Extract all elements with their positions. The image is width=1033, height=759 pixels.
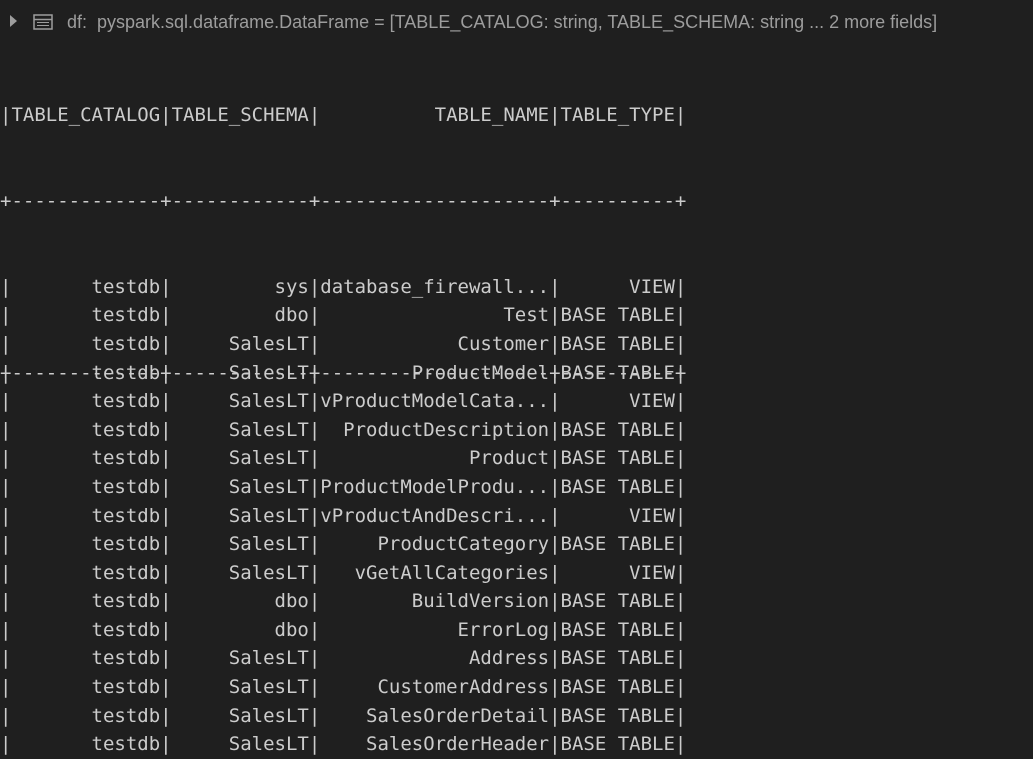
table-icon bbox=[33, 14, 53, 30]
table-header: |TABLE_CATALOG|TABLE_SCHEMA| TABLE_NAME|… bbox=[0, 104, 687, 127]
table-row: | testdb| SalesLT| SalesOrderDetail|BASE… bbox=[0, 704, 687, 727]
table-row: | testdb| SalesLT| Address|BASE TABLE| bbox=[0, 647, 687, 670]
expand-caret-icon[interactable] bbox=[10, 15, 17, 27]
schema-text: df: pyspark.sql.dataframe.DataFrame = [TA… bbox=[67, 12, 937, 33]
table-row: | testdb| dbo| Test|BASE TABLE| bbox=[0, 304, 687, 327]
table-row: | testdb| sys|database_firewall...| VIEW… bbox=[0, 275, 687, 298]
table-separator-bottom: +-------------+------------+------------… bbox=[0, 361, 687, 384]
table-row: | testdb| SalesLT| vGetAllCategories| VI… bbox=[0, 561, 687, 584]
table-output: |TABLE_CATALOG|TABLE_SCHEMA| TABLE_NAME|… bbox=[0, 44, 687, 756]
table-row: | testdb| SalesLT| ProductDescription|BA… bbox=[0, 418, 687, 441]
dataframe-variable-name: df: bbox=[67, 12, 88, 32]
table-row: | testdb| SalesLT|vProductAndDescri...| … bbox=[0, 504, 687, 527]
table-row: | testdb| SalesLT| Customer|BASE TABLE| bbox=[0, 332, 687, 355]
table-row: | testdb| SalesLT|vProductModelCata...| … bbox=[0, 390, 687, 413]
table-row: | testdb| dbo| BuildVersion|BASE TABLE| bbox=[0, 590, 687, 613]
table-row: | testdb| SalesLT|ProductModelProdu...|B… bbox=[0, 475, 687, 498]
dataframe-schema-bar: df: pyspark.sql.dataframe.DataFrame = [TA… bbox=[0, 0, 1033, 44]
table-separator-top: +-------------+------------+------------… bbox=[0, 189, 687, 212]
table-row: | testdb| SalesLT| CustomerAddress|BASE … bbox=[0, 676, 687, 699]
table-row: | testdb| SalesLT| SalesOrderHeader|BASE… bbox=[0, 733, 687, 756]
table-row: | testdb| SalesLT| ProductCategory|BASE … bbox=[0, 533, 687, 556]
dataframe-type-signature: pyspark.sql.dataframe.DataFrame = [TABLE… bbox=[97, 12, 938, 32]
table-row: | testdb| SalesLT| Product|BASE TABLE| bbox=[0, 447, 687, 470]
table-rows: | testdb| sys|database_firewall...| VIEW… bbox=[0, 273, 687, 756]
table-row: | testdb| dbo| ErrorLog|BASE TABLE| bbox=[0, 618, 687, 641]
